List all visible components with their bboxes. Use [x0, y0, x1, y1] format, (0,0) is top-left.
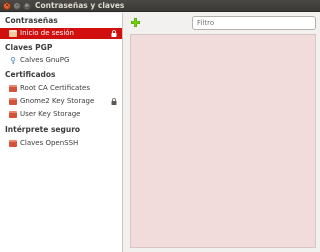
lock-icon [111, 98, 117, 105]
toolbar [124, 13, 320, 33]
plus-icon[interactable] [130, 17, 141, 28]
section-header-secure-shell: Intérprete seguro [5, 125, 81, 134]
close-icon: × [4, 2, 10, 9]
sidebar-item-user-key-storage[interactable]: User Key Storage [0, 109, 122, 120]
items-list-panel[interactable] [130, 34, 316, 248]
sidebar-item-label: Calves GnuPG [20, 56, 70, 64]
section-header-certificates: Certificados [5, 70, 56, 79]
close-window-button[interactable]: × [3, 2, 11, 10]
window-title: Contraseñas y claves [35, 1, 125, 10]
sidebar-item-label: Inicio de sesión [20, 29, 74, 37]
section-header-passwords: Contraseñas [5, 16, 58, 25]
sidebar-item-label: User Key Storage [20, 110, 81, 118]
sidebar-item-gnome2-key-storage[interactable]: Gnome2 Key Storage [0, 96, 122, 107]
maximize-icon: □ [24, 2, 30, 9]
folder-icon [9, 111, 17, 118]
sidebar-item-login[interactable]: Inicio de sesión [0, 28, 122, 39]
sidebar-item-gnupg[interactable]: Calves GnuPG [0, 55, 122, 66]
folder-icon [9, 140, 17, 147]
title-bar: × – □ Contraseñas y claves [0, 0, 320, 12]
filter-input[interactable] [192, 16, 316, 30]
folder-icon [9, 30, 17, 37]
sidebar-item-label: Root CA Certificates [20, 84, 90, 92]
lock-icon [111, 30, 117, 37]
minimize-icon: – [15, 2, 19, 9]
sidebar-item-label: Claves OpenSSH [20, 139, 79, 147]
minimize-window-button[interactable]: – [13, 2, 21, 10]
sidebar-item-openssh[interactable]: Claves OpenSSH [0, 138, 122, 149]
sidebar: Contraseñas Inicio de sesión Claves PGP … [0, 13, 123, 252]
sidebar-item-root-ca[interactable]: Root CA Certificates [0, 83, 122, 94]
folder-icon [9, 85, 17, 92]
maximize-window-button[interactable]: □ [23, 2, 31, 10]
key-icon [10, 57, 16, 64]
folder-icon [9, 98, 17, 105]
app-window: × – □ Contraseñas y claves Contraseñas I… [0, 0, 320, 252]
section-header-pgp-keys: Claves PGP [5, 43, 53, 52]
sidebar-item-label: Gnome2 Key Storage [20, 97, 95, 105]
